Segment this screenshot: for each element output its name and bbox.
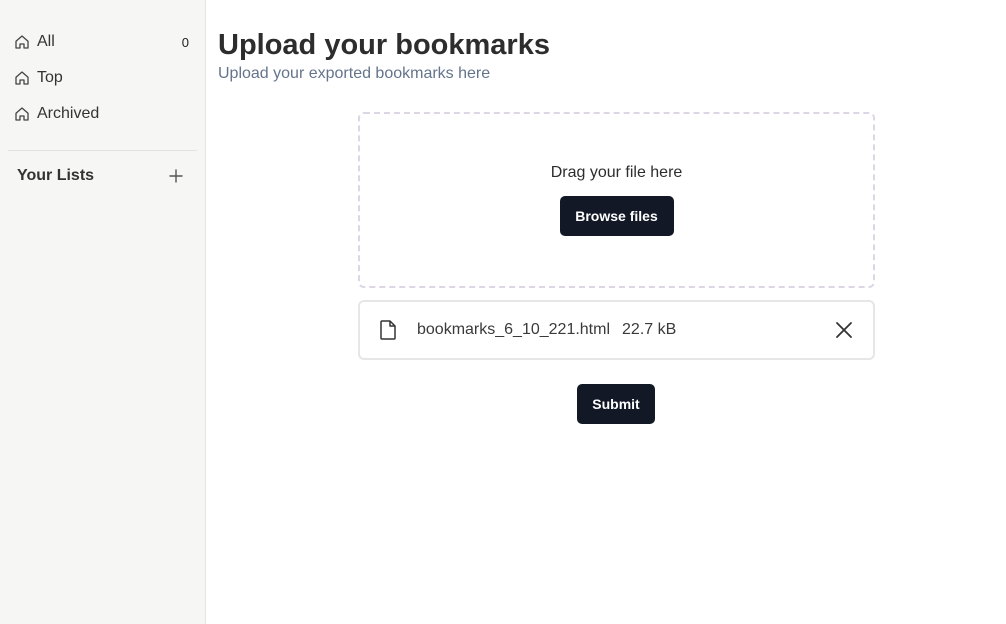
submit-button[interactable]: Submit (577, 384, 655, 424)
home-icon (14, 34, 30, 50)
sidebar-item-label: All (37, 33, 55, 50)
sidebar-item-all[interactable]: All 0 (0, 24, 205, 60)
app: All 0 Top Archived Your Lists Upload you… (0, 0, 1006, 624)
main-content: Upload your bookmarks Upload your export… (206, 0, 1006, 624)
sidebar-item-label: Top (37, 69, 63, 86)
sidebar: All 0 Top Archived Your Lists (0, 0, 206, 624)
file-dropzone[interactable]: Drag your file here Browse files (358, 112, 875, 288)
sidebar-item-archived[interactable]: Archived (0, 96, 205, 132)
sidebar-item-label: Archived (37, 105, 100, 122)
sidebar-item-count: 0 (181, 34, 189, 50)
file-name: bookmarks_6_10_221.html (417, 321, 611, 338)
file-icon (376, 318, 400, 342)
home-icon (14, 106, 30, 122)
close-icon[interactable] (833, 319, 855, 341)
plus-icon[interactable] (167, 167, 185, 185)
selected-file: bookmarks_6_10_221.html 22.7 kB (358, 300, 875, 360)
dropzone-text: Drag your file here (550, 164, 683, 181)
lists-header: Your Lists (0, 161, 205, 191)
lists-title: Your Lists (17, 167, 95, 184)
sidebar-item-top[interactable]: Top (0, 60, 205, 96)
home-icon (14, 70, 30, 86)
sidebar-divider (8, 150, 197, 151)
file-size: 22.7 kB (622, 321, 677, 338)
page-subtitle: Upload your exported bookmarks here (218, 65, 491, 82)
page-title: Upload your bookmarks (218, 29, 550, 61)
browse-files-button[interactable]: Browse files (559, 196, 674, 236)
